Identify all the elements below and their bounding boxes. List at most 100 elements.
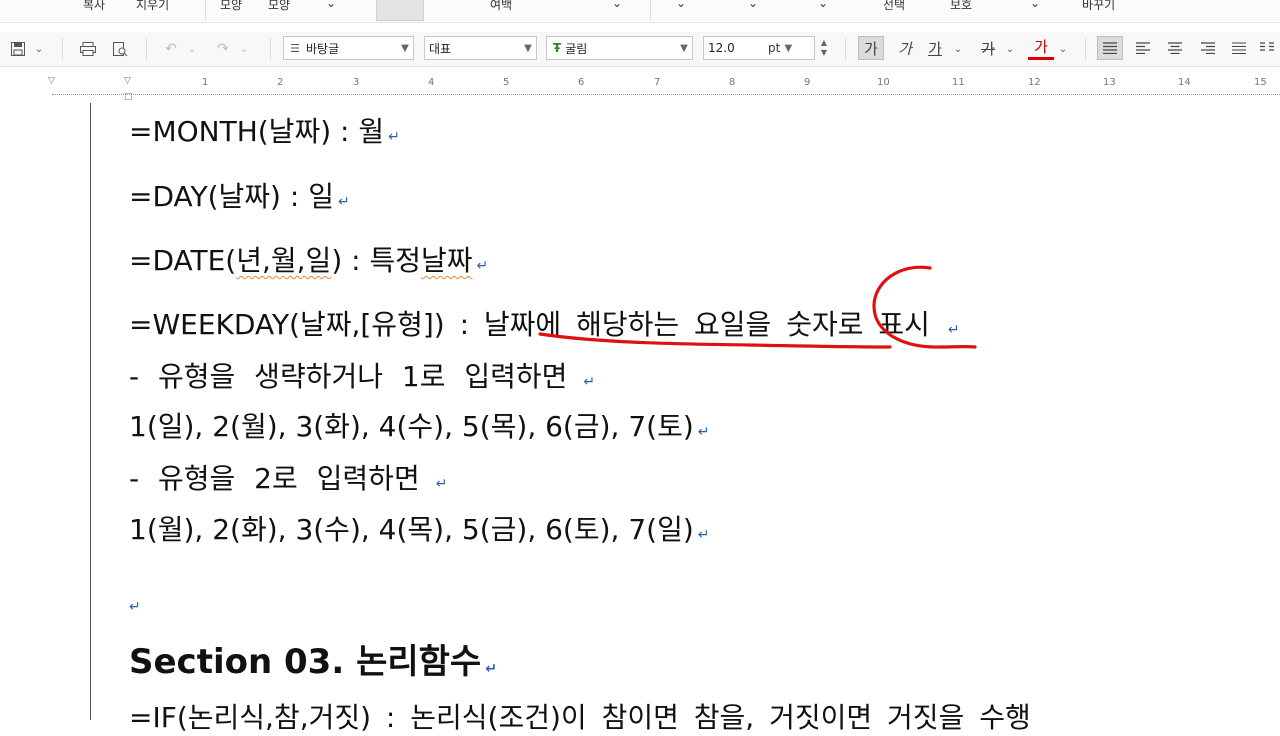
section-heading-text: Section 03. 논리함수 xyxy=(129,642,482,682)
chevron-down-icon[interactable]: ⌄ xyxy=(1004,42,1016,56)
ruler-number: 6 xyxy=(578,77,585,88)
distribute-button[interactable] xyxy=(1226,36,1252,60)
spellcheck-underlined-text: 년,월,일 xyxy=(236,244,332,277)
chevron-down-icon[interactable]: ▼ xyxy=(780,43,796,54)
align-center-button[interactable] xyxy=(1162,36,1188,60)
chevron-down-icon[interactable]: ▼ xyxy=(520,43,536,54)
line-text: - 유형을 2로 입력하면 xyxy=(129,462,420,495)
document-line-type2-values[interactable]: 1(월), 2(화), 3(수), 4(목), 5(금), 6(토), 7(일)… xyxy=(129,508,710,548)
toolbar-separator xyxy=(270,38,271,60)
undo-icon[interactable]: ↶ xyxy=(160,38,182,60)
chevron-down-icon[interactable]: ⌄ xyxy=(818,0,828,10)
ruler-number: 13 xyxy=(1103,77,1116,88)
ribbon-shape2-label[interactable]: 모양 xyxy=(268,0,290,13)
ruler-number: 4 xyxy=(428,77,435,88)
document-empty-line[interactable]: ↵ xyxy=(129,585,141,618)
style-select-value: 바탕글 xyxy=(306,41,340,56)
split-distribute-button[interactable] xyxy=(1256,36,1278,60)
document-line-weekday[interactable]: =WEEKDAY(날짜,[유형]) : 날짜에 해당하는 요일을 숫자로 표시 ↵ xyxy=(129,303,960,343)
save-icon[interactable] xyxy=(6,38,30,60)
document-line-type1[interactable]: - 유형을 생략하거나 1로 입력하면 ↵ xyxy=(129,355,595,395)
font-select[interactable]: Ŧ 굴림 ▼ xyxy=(546,36,693,60)
chevron-down-icon[interactable]: ▼ xyxy=(676,43,692,54)
paragraph-mark-icon: ↵ xyxy=(697,527,710,543)
ribbon-separator xyxy=(205,0,206,20)
line-text: =MONTH(날짜) : 월 xyxy=(129,115,385,148)
ruler-number: 11 xyxy=(952,77,965,88)
left-indent-marker[interactable]: ▽ xyxy=(48,76,55,86)
font-size-stepper[interactable]: ▲ ▼ xyxy=(816,36,832,60)
align-left-button[interactable] xyxy=(1130,36,1156,60)
font-color-button[interactable]: 가 xyxy=(1028,36,1054,60)
bold-button[interactable]: 가 xyxy=(858,36,884,60)
chevron-down-icon[interactable]: ▼ xyxy=(397,43,413,54)
ribbon-replace-label[interactable]: 바꾸기 xyxy=(1082,0,1115,13)
font-size-unit: pt xyxy=(768,41,781,55)
horizontal-ruler[interactable]: ▽ ▽ □ 1 2 3 4 5 6 7 8 9 10 11 12 13 14 1… xyxy=(0,72,1280,102)
line-text: 1(월), 2(화), 3(수), 4(목), 5(금), 6(토), 7(일) xyxy=(129,513,694,546)
document-line-type1-values[interactable]: 1(일), 2(월), 3(화), 4(수), 5(목), 6(금), 7(토)… xyxy=(129,405,710,445)
toolbar-separator xyxy=(845,38,846,60)
line-text: =DATE( xyxy=(129,244,237,277)
font-size-input[interactable]: 12.0 pt ▼ xyxy=(703,36,815,60)
paragraph-mark-icon: ↵ xyxy=(697,424,710,440)
stepper-up-icon[interactable]: ▲ xyxy=(821,38,827,48)
line-text: =DAY(날짜) : 일 xyxy=(129,180,334,213)
chevron-down-icon[interactable]: ⌄ xyxy=(612,0,622,10)
stepper-down-icon[interactable]: ▼ xyxy=(821,48,827,58)
ribbon-clear-label[interactable]: 지우기 xyxy=(136,0,169,13)
ruler-number: 3 xyxy=(353,77,360,88)
ruler-number: 14 xyxy=(1178,77,1191,88)
line-text: 1(일), 2(월), 3(화), 4(수), 5(목), 6(금), 7(토) xyxy=(129,410,694,443)
ruler-number: 1 xyxy=(202,77,209,88)
ribbon-label-row: 복사 지우기 모양 모양 ⌄ 여백 ⌄ ⌄ ⌄ ⌄ 선택 보호 ⌄ 바꾸기 xyxy=(0,0,1280,23)
ribbon-copy-label[interactable]: 복사 xyxy=(83,0,105,13)
ruler-number: 15 xyxy=(1254,77,1267,88)
align-justify-button[interactable] xyxy=(1097,36,1123,60)
print-icon[interactable] xyxy=(76,38,100,60)
document-line-if[interactable]: =IF(논리식,참,거짓) : 논리식(조건)이 참이면 참을, 거짓이면 거짓… xyxy=(129,696,1031,736)
align-right-button[interactable] xyxy=(1195,36,1221,60)
underline-button[interactable]: 가 xyxy=(922,36,948,60)
page-left-edge xyxy=(90,103,91,720)
language-select[interactable]: 대표 ▼ xyxy=(424,36,537,60)
redo-icon[interactable]: ↷ xyxy=(212,38,234,60)
document-line-month[interactable]: =MONTH(날짜) : 월 ↵ xyxy=(129,110,400,150)
hanging-indent-marker[interactable]: □ xyxy=(124,92,133,102)
section-heading[interactable]: Section 03. 논리함수 ↵ xyxy=(129,634,497,683)
document-line-type2[interactable]: - 유형을 2로 입력하면 ↵ xyxy=(129,457,447,497)
ruler-number: 9 xyxy=(804,77,811,88)
chevron-down-icon[interactable]: ⌄ xyxy=(1057,42,1069,56)
paragraph-mark-icon: ↵ xyxy=(485,661,497,677)
toolbar-separator xyxy=(146,38,147,60)
chevron-down-icon[interactable]: ⌄ xyxy=(32,38,46,60)
document-line-day[interactable]: =DAY(날짜) : 일 ↵ xyxy=(129,175,350,215)
ribbon-protect-label[interactable]: 보호 xyxy=(950,0,972,13)
chevron-down-icon[interactable]: ⌄ xyxy=(1030,0,1040,10)
italic-button[interactable]: 가 xyxy=(892,36,918,60)
ribbon-color-swatch[interactable] xyxy=(376,0,424,21)
paragraph-mark-icon: ↵ xyxy=(947,322,960,338)
font-size-value: 12.0 xyxy=(708,41,735,55)
ribbon-margin-label[interactable]: 여백 xyxy=(490,0,512,13)
style-select[interactable]: ☰ 바탕글 ▼ xyxy=(283,36,414,60)
chevron-down-icon[interactable]: ⌄ xyxy=(238,38,250,60)
chevron-down-icon[interactable]: ⌄ xyxy=(676,0,686,10)
chevron-down-icon[interactable]: ⌄ xyxy=(952,42,964,56)
document-line-date[interactable]: =DATE(년,월,일) : 특정날짜 ↵ xyxy=(129,239,488,279)
strikethrough-button[interactable]: 가 xyxy=(975,36,1001,60)
ruler-number: 2 xyxy=(277,77,284,88)
paragraph-mark-icon: ↵ xyxy=(435,476,448,492)
formatting-toolbar: ⌄ ↶ ⌄ ↷ ⌄ ☰ 바탕글 ▼ 대표 ▼ Ŧ 굴림 ▼ 12.0 pt ▼ … xyxy=(0,32,1280,67)
print-preview-icon[interactable] xyxy=(108,38,132,60)
first-line-indent-marker[interactable]: ▽ xyxy=(124,76,131,86)
line-text: =IF(논리식,참,거짓) : 논리식(조건)이 참이면 참을, 거짓이면 거짓… xyxy=(129,701,1031,734)
chevron-down-icon[interactable]: ⌄ xyxy=(748,0,758,10)
paragraph-mark-icon: ↵ xyxy=(476,258,489,274)
chevron-down-icon[interactable]: ⌄ xyxy=(186,38,198,60)
font-select-value: 굴림 xyxy=(565,41,588,56)
chevron-down-icon[interactable]: ⌄ xyxy=(326,0,336,10)
toolbar-separator xyxy=(62,38,63,60)
ribbon-shape-label[interactable]: 모양 xyxy=(220,0,242,13)
ribbon-select-label[interactable]: 선택 xyxy=(883,0,905,13)
